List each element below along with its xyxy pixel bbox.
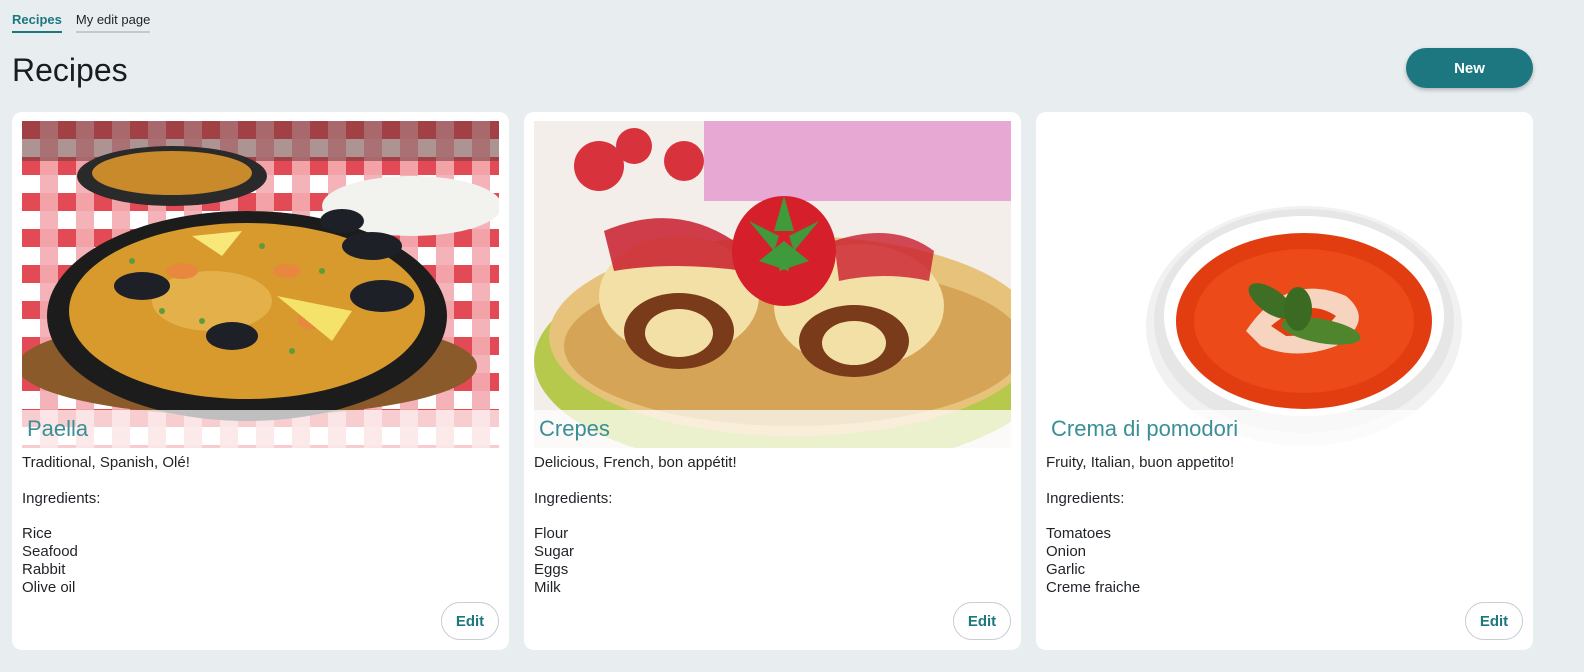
recipe-image-crepes: Crepes [534,121,1011,448]
recipe-description: Traditional, Spanish, Olé! [22,454,190,471]
recipe-details: Fruity, Italian, buon appetito! Ingredie… [1046,454,1516,596]
ingredients-label: Ingredients: [1046,489,1125,507]
edit-button[interactable]: Edit [441,602,499,640]
ingredient-item: Creme fraiche [1046,578,1141,596]
top-tabs: Recipes My edit page [12,10,151,33]
ingredient-item: Rice [22,525,53,543]
ingredient-item: Milk [534,578,561,596]
ingredient-item: Sugar [534,542,575,560]
recipe-details: Delicious, French, bon appétit! Ingredie… [534,454,1004,596]
recipe-card-crepes: Crepes Delicious, French, bon appétit! I… [524,112,1021,650]
ingredient-item: Seafood [22,542,78,560]
ingredients-label: Ingredients: [534,489,613,507]
ingredient-item: Rabbit [22,560,66,578]
ingredient-item: Onion [1046,542,1087,560]
tab-recipes[interactable]: Recipes [12,10,62,33]
ingredients-label: Ingredients: [22,489,101,507]
recipe-image-crema-di-pomodori: Crema di pomodori [1046,121,1523,448]
recipe-card-crema-di-pomodori: Crema di pomodori Fruity, Italian, buon … [1036,112,1533,650]
recipe-title: Paella [27,416,89,441]
new-recipe-button[interactable]: New [1406,48,1533,88]
recipe-description: Delicious, French, bon appétit! [534,454,737,471]
page-title: Recipes [12,52,128,88]
ingredient-item: Flour [534,525,569,543]
recipe-image-paella: Paella [22,121,499,448]
recipe-card-paella: Paella Traditional, Spanish, Olé! Ingred… [12,112,509,650]
edit-button[interactable]: Edit [1465,602,1523,640]
ingredient-item: Garlic [1046,560,1086,578]
recipe-title: Crepes [539,416,610,441]
recipe-description: Fruity, Italian, buon appetito! [1046,454,1235,471]
edit-button[interactable]: Edit [953,602,1011,640]
ingredient-item: Eggs [534,560,569,578]
recipe-details: Traditional, Spanish, Olé! Ingredients: … [22,454,492,596]
recipe-title: Crema di pomodori [1051,416,1239,441]
ingredient-item: Tomatoes [1046,525,1112,543]
tab-my-edit-page[interactable]: My edit page [75,10,151,33]
ingredient-item: Olive oil [22,578,76,596]
